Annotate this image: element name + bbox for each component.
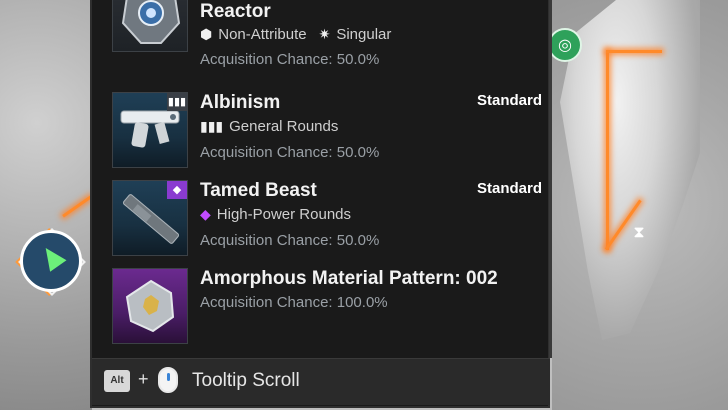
- mouse-scroll-icon: [158, 367, 178, 393]
- acquisition-chance: Acquisition Chance: 50.0%: [200, 232, 380, 249]
- acquisition-chance: Acquisition Chance: 100.0%: [200, 294, 388, 311]
- high-power-ammo-icon: ◆: [200, 206, 211, 222]
- ammo-type-badge: ◆: [167, 181, 187, 199]
- plus-sign: +: [138, 369, 149, 389]
- reward-item[interactable]: Materialized Singularity Reactor ⬢ Non-A…: [112, 0, 542, 68]
- item-title: Materialized Singularity Reactor: [200, 1, 271, 22]
- item-attributes: ⬢ Non-Attribute ✷ Singular: [200, 26, 391, 43]
- reward-tooltip-panel[interactable]: Materialized Singularity Reactor ⬢ Non-A…: [90, 0, 550, 408]
- item-attributes: ▮▮▮ General Rounds: [200, 118, 338, 135]
- item-thumbnail: ◆: [112, 180, 188, 256]
- gear-icon: ✷: [318, 26, 331, 42]
- ammo-type-badge: ▮▮▮: [167, 93, 187, 111]
- reactor-icon: [121, 0, 181, 44]
- item-attributes: ◆ High-Power Rounds: [200, 206, 351, 223]
- tooltip-scrollbar[interactable]: [549, 0, 552, 358]
- waypoint-icon[interactable]: ◎: [548, 28, 582, 62]
- item-thumbnail: ▮▮▮: [112, 92, 188, 168]
- attribute-label: Singular: [336, 26, 392, 43]
- attribute-label: High-Power Rounds: [216, 206, 352, 223]
- map-route-line: [606, 50, 609, 250]
- item-tag: Standard: [476, 92, 542, 109]
- reward-item[interactable]: ◆ Tamed Beast Standard ◆ High-Power Roun…: [112, 180, 542, 258]
- reward-item[interactable]: ▮▮▮ Albinism Standard ▮▮▮ General Rounds…: [112, 92, 542, 170]
- ammo-icon: ▮▮▮: [200, 118, 224, 134]
- reward-item[interactable]: Amorphous Material Pattern: 002 Acquisit…: [112, 268, 542, 346]
- attribute-label: Non-Attribute: [218, 26, 307, 43]
- hourglass-icon[interactable]: ⧗: [628, 222, 650, 244]
- item-thumbnail: [112, 268, 188, 344]
- tooltip-scroll-label: Tooltip Scroll: [192, 370, 300, 391]
- item-title: Albinism: [200, 92, 281, 113]
- attribute-label: General Rounds: [229, 118, 339, 135]
- item-thumbnail: [112, 0, 188, 52]
- tooltip-footer: Alt + Tooltip Scroll: [92, 358, 550, 405]
- acquisition-chance: Acquisition Chance: 50.0%: [200, 144, 380, 161]
- material-pattern-icon: [125, 279, 175, 333]
- player-marker-icon[interactable]: [16, 226, 86, 296]
- item-title: Tamed Beast: [200, 180, 317, 201]
- alt-key-icon: Alt: [104, 370, 130, 392]
- item-tag: Standard: [476, 180, 542, 197]
- cube-icon: ⬢: [200, 26, 213, 42]
- acquisition-chance: Acquisition Chance: 50.0%: [200, 51, 380, 68]
- map-route-line: [606, 50, 662, 53]
- item-title: Amorphous Material Pattern: 002: [200, 268, 498, 289]
